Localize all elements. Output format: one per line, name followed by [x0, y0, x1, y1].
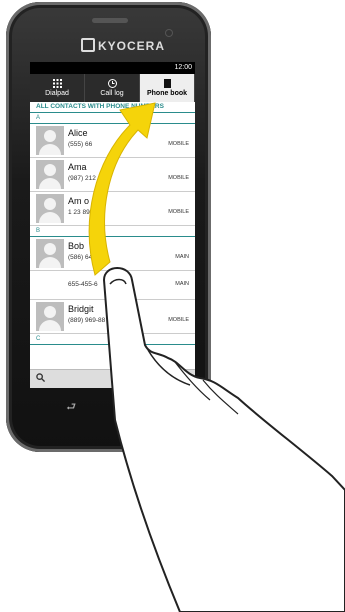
- pointing-hand: [102, 267, 345, 612]
- swipe-up-arrow: [88, 102, 156, 276]
- gesture-overlay: [88, 102, 345, 612]
